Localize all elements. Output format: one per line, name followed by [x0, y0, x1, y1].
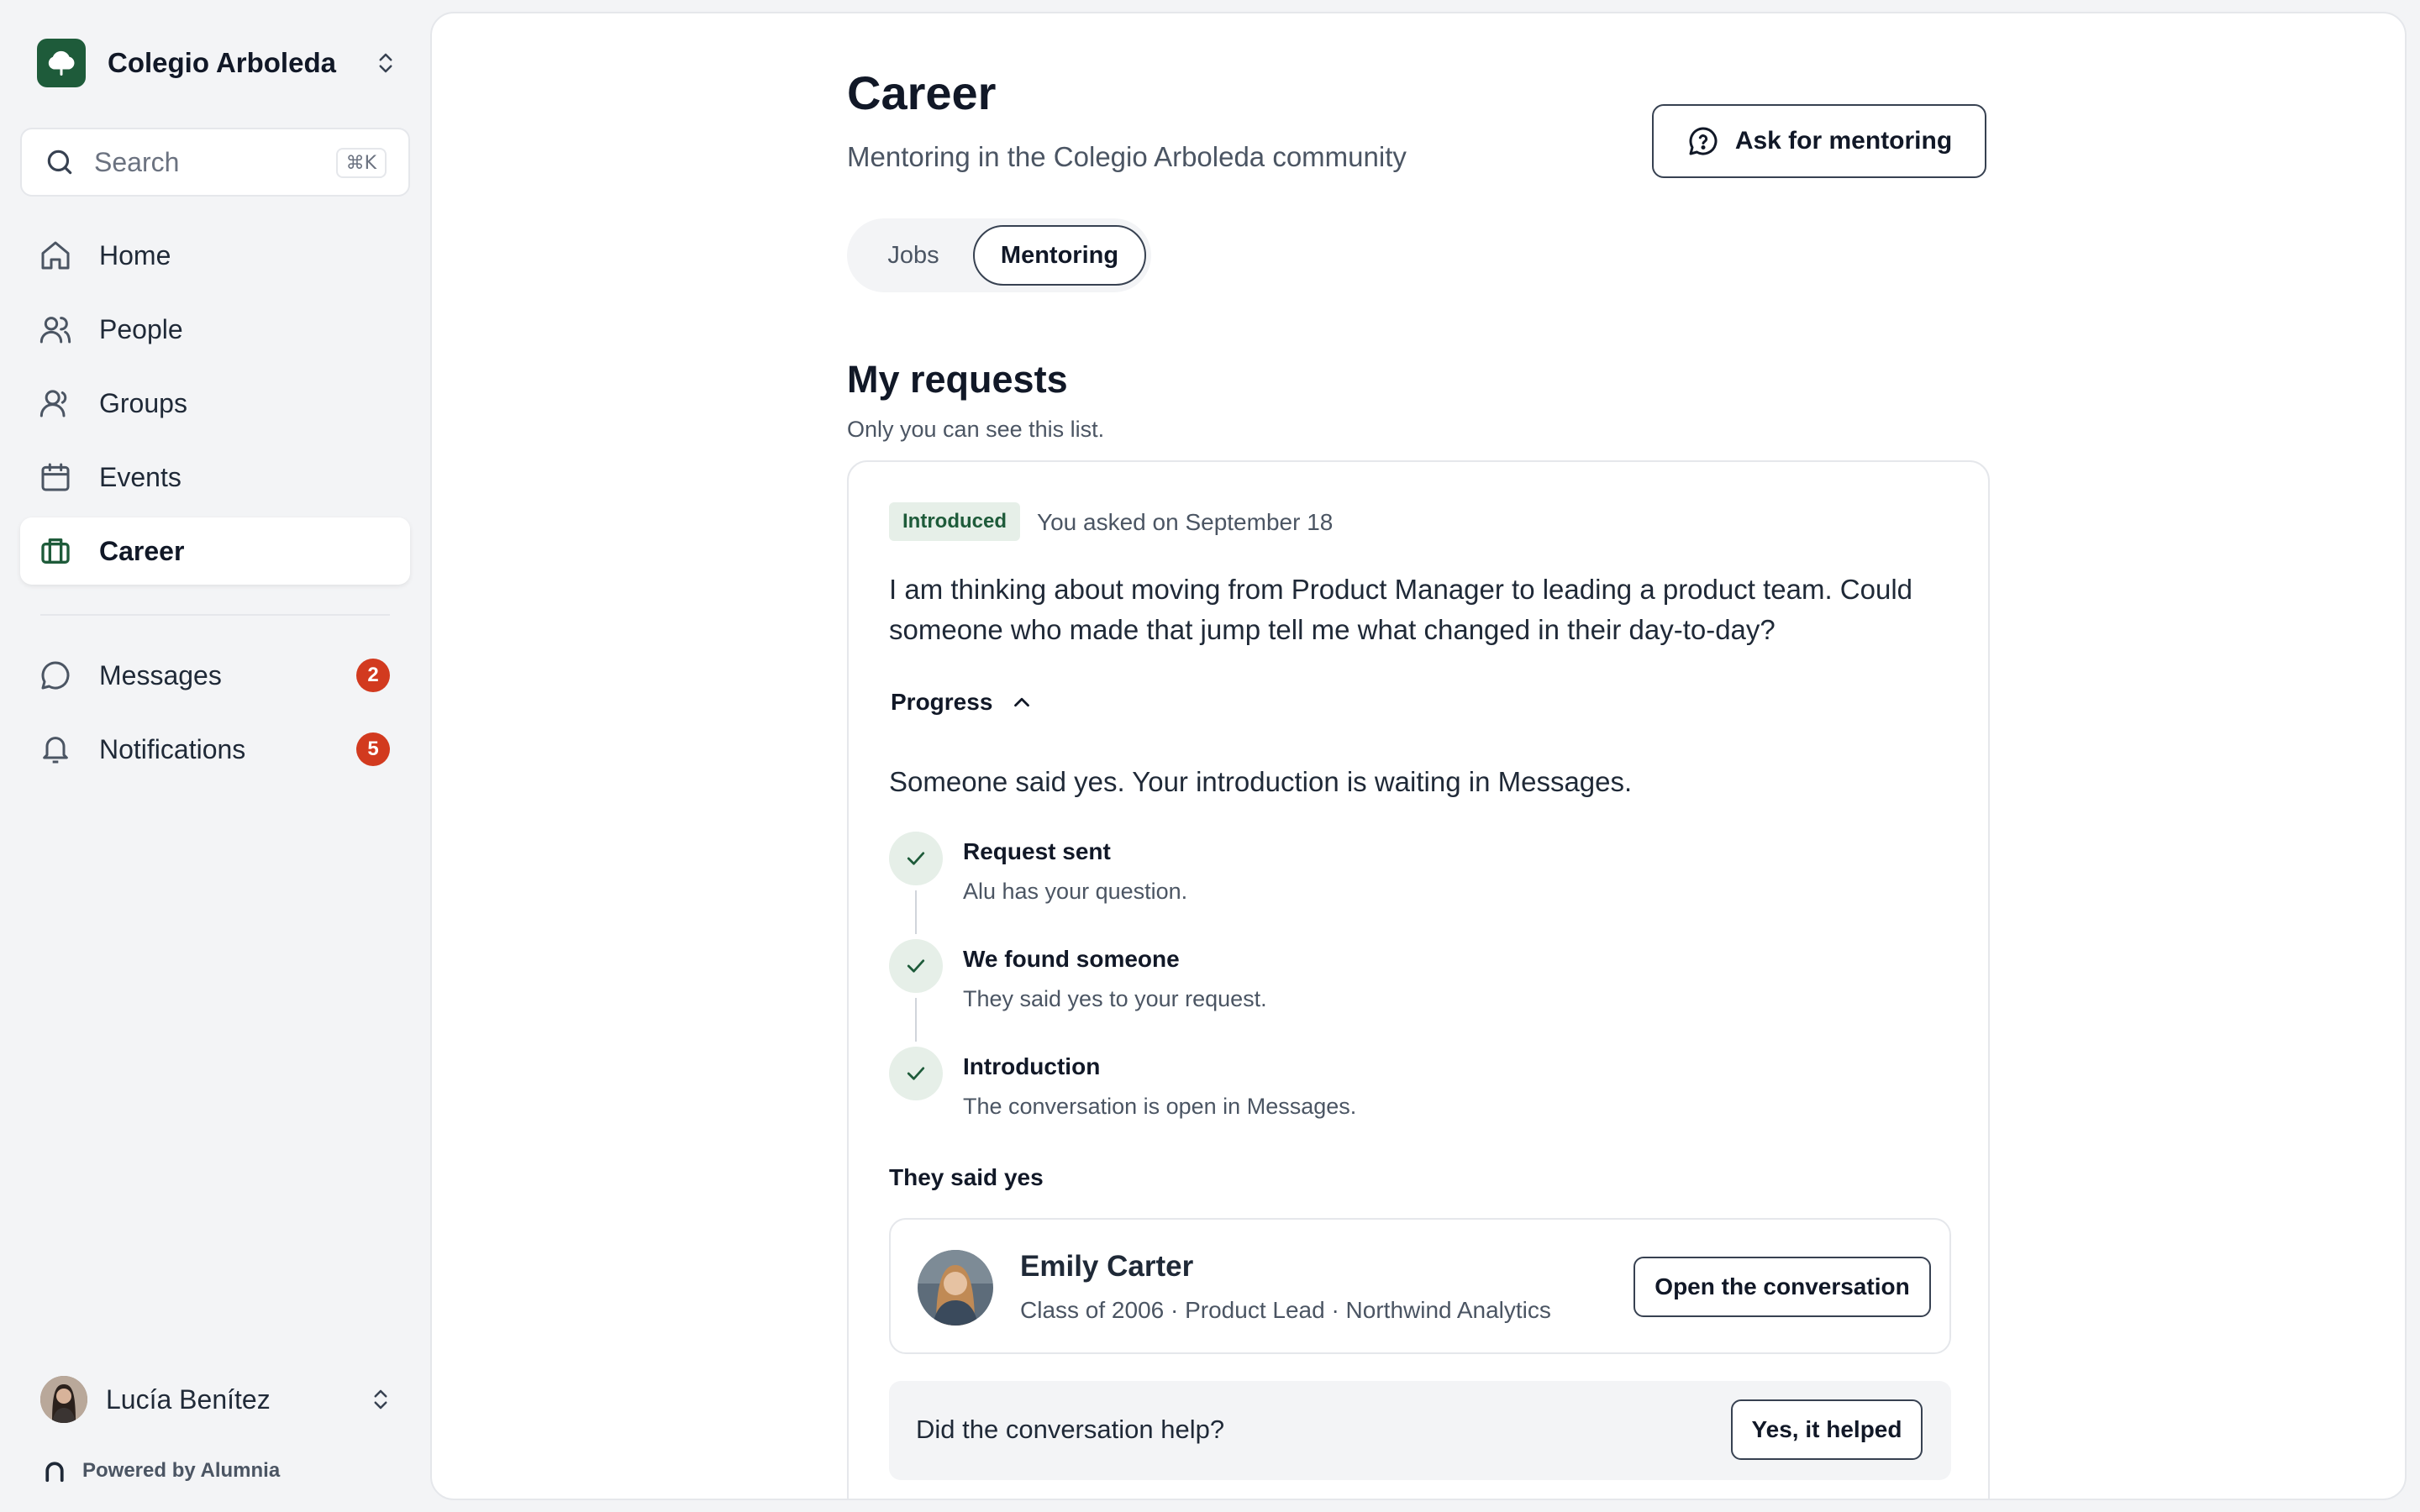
tab-mentoring[interactable]: Mentoring: [973, 225, 1146, 286]
progress-toggle[interactable]: Progress: [891, 689, 1034, 716]
status-badge: Introduced: [889, 502, 1020, 541]
home-icon: [41, 241, 70, 270]
chevron-up-icon: [1014, 697, 1030, 707]
sidebar-item-label: People: [99, 313, 183, 344]
people-icon: [39, 317, 71, 344]
progress-step: We found someone They said yes to your r…: [889, 939, 1645, 1047]
powered-by-label: Powered by Alumnia: [82, 1459, 281, 1482]
avatar: [40, 1376, 87, 1423]
mentor-details: Class of 2006 · Product Lead · Northwind…: [1020, 1297, 1551, 1323]
sidebar-item-people[interactable]: People: [20, 296, 410, 363]
sidebar-item-home[interactable]: Home: [20, 222, 410, 289]
step-connector: [915, 998, 917, 1042]
request-date: You asked on September 18: [1037, 509, 1334, 535]
mentor-name: Emily Carter: [1020, 1250, 1194, 1283]
user-name: Lucía Benítez: [106, 1383, 271, 1415]
sidebar-item-label: Career: [99, 535, 185, 566]
org-logo-icon: [37, 39, 86, 87]
progress-label: Progress: [891, 689, 993, 715]
tab-jobs[interactable]: Jobs: [854, 225, 973, 286]
progress-steps: Request sent Alu has your question. We f…: [889, 832, 1645, 1154]
step-description: The conversation is open in Messages.: [963, 1094, 1357, 1119]
check-icon: [889, 1047, 943, 1100]
search-icon: [47, 150, 72, 175]
ask-for-mentoring-button[interactable]: Ask for mentoring: [1652, 104, 1986, 178]
open-conversation-button[interactable]: Open the conversation: [1634, 1257, 1931, 1317]
powered-by[interactable]: Powered by Alumnia: [42, 1458, 280, 1483]
progress-message: Someone said yes. Your introduction is w…: [889, 766, 1633, 797]
tab-bar: Jobs Mentoring: [847, 218, 1151, 292]
mentor-card: Emily Carter Class of 2006 · Product Lea…: [889, 1218, 1951, 1354]
ask-button-label: Ask for mentoring: [1734, 127, 1953, 155]
sidebar-item-events[interactable]: Events: [20, 444, 410, 511]
step-connector: [915, 890, 917, 934]
feedback-panel: Did the conversation help? Yes, it helpe…: [889, 1381, 1951, 1480]
question-chat-icon: [1689, 127, 1718, 155]
search-placeholder: Search: [94, 146, 180, 177]
bell-icon: [43, 737, 68, 764]
step-title: Request sent: [963, 838, 1111, 864]
step-title: Introduction: [963, 1053, 1101, 1079]
page-subtitle: Mentoring in the Colegio Arboleda commun…: [847, 141, 1407, 172]
messages-count-badge: 2: [356, 659, 390, 692]
step-description: They said yes to your request.: [963, 986, 1267, 1011]
request-card: Introduced You asked on September 18 I a…: [847, 460, 1990, 1499]
org-switcher[interactable]: Colegio Arboleda: [37, 37, 398, 89]
chevron-up-down-icon[interactable]: [373, 50, 398, 76]
request-question: I am thinking about moving from Product …: [889, 574, 1913, 645]
sidebar: Colegio Arboleda Search ⌘K Home People G…: [0, 0, 429, 1512]
main-nav: Home People Groups Events Career: [20, 222, 410, 591]
said-yes-label: They said yes: [889, 1164, 1044, 1190]
search-input[interactable]: Search ⌘K: [20, 128, 410, 197]
sidebar-item-notifications[interactable]: Notifications 5: [20, 716, 410, 783]
step-title: We found someone: [963, 946, 1180, 972]
section-subtitle: Only you can see this list.: [847, 417, 1105, 442]
sidebar-item-messages[interactable]: Messages 2: [20, 642, 410, 709]
org-name: Colegio Arboleda: [108, 47, 336, 78]
sidebar-item-groups[interactable]: Groups: [20, 370, 410, 437]
check-icon: [889, 939, 943, 993]
sidebar-item-label: Notifications: [99, 733, 246, 764]
section-title: My requests: [847, 358, 1068, 401]
progress-step: Introduction The conversation is open in…: [889, 1047, 1645, 1154]
chevron-up-down-icon[interactable]: [368, 1387, 393, 1412]
check-icon: [889, 832, 943, 885]
sidebar-item-label: Messages: [99, 659, 222, 690]
avatar: [918, 1250, 993, 1326]
calendar-icon: [41, 463, 70, 491]
sidebar-item-label: Groups: [99, 387, 187, 418]
sidebar-item-career[interactable]: Career: [20, 517, 410, 585]
page-title: Career: [847, 66, 997, 119]
secondary-nav: Messages 2 Notifications 5: [20, 642, 410, 790]
progress-step: Request sent Alu has your question.: [889, 832, 1645, 939]
chat-icon: [41, 661, 70, 690]
briefcase-icon: [41, 538, 70, 564]
user-menu[interactable]: Lucía Benítez: [40, 1374, 393, 1425]
step-description: Alu has your question.: [963, 879, 1188, 904]
search-shortcut: ⌘K: [335, 148, 387, 178]
notifications-count-badge: 5: [356, 732, 390, 766]
sidebar-item-label: Events: [99, 461, 182, 492]
main-panel: Career Mentoring in the Colegio Arboleda…: [430, 12, 2407, 1500]
alumnia-logo-icon: [45, 1462, 64, 1483]
nav-divider: [40, 614, 390, 616]
groups-icon: [39, 390, 67, 417]
feedback-question: Did the conversation help?: [916, 1415, 1225, 1444]
sidebar-item-label: Home: [99, 239, 171, 270]
yes-it-helped-button[interactable]: Yes, it helped: [1731, 1399, 1923, 1460]
